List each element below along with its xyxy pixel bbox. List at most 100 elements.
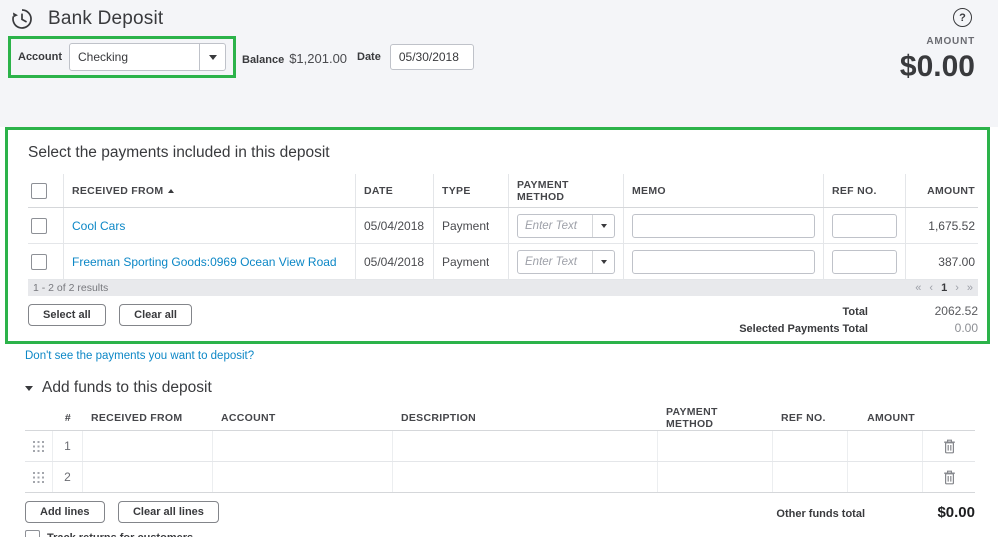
col-ref-no: REF NO. <box>773 406 848 430</box>
amount-value: $0.00 <box>900 50 975 84</box>
page-title: Bank Deposit <box>48 8 163 30</box>
received-from-cell[interactable] <box>83 462 213 492</box>
col-received-from[interactable]: RECEIVED FROM <box>64 174 356 207</box>
add-lines-button[interactable]: Add lines <box>25 501 105 523</box>
drag-handle-icon[interactable] <box>33 472 44 483</box>
payment-method-combo[interactable]: Enter Text <box>517 214 615 238</box>
ref-no-cell[interactable] <box>773 431 848 461</box>
combo-arrow-box[interactable] <box>592 215 614 237</box>
received-from-cell[interactable] <box>83 431 213 461</box>
payments-table-header: RECEIVED FROM DATE TYPE PAYMENT METHOD M… <box>28 174 978 208</box>
col-description: DESCRIPTION <box>393 406 658 430</box>
add-funds-table: # RECEIVED FROM ACCOUNT DESCRIPTION PAYM… <box>25 406 975 493</box>
payment-method-cell[interactable] <box>658 431 773 461</box>
chevron-down-icon <box>601 224 607 228</box>
amount-cell[interactable] <box>848 462 923 492</box>
pagination-next[interactable]: › <box>955 282 959 294</box>
col-date[interactable]: DATE <box>356 174 434 207</box>
total-label: Total <box>843 306 868 318</box>
selected-total-label: Selected Payments Total <box>739 323 868 335</box>
row-checkbox[interactable] <box>31 218 47 234</box>
drag-handle-icon[interactable] <box>33 441 44 452</box>
col-ref-no: REF NO. <box>824 174 906 207</box>
memo-input[interactable] <box>632 250 815 274</box>
payment-method-combo[interactable]: Enter Text <box>517 250 615 274</box>
pagination-first[interactable]: « <box>915 282 921 294</box>
account-cell[interactable] <box>213 462 393 492</box>
total-value: 2062.52 <box>868 304 978 318</box>
payment-type: Payment <box>442 255 489 269</box>
col-line-number: # <box>53 406 83 430</box>
add-funds-table-header: # RECEIVED FROM ACCOUNT DESCRIPTION PAYM… <box>25 406 975 431</box>
pagination-page[interactable]: 1 <box>941 282 947 294</box>
account-dropdown[interactable]: Checking <box>69 43 226 71</box>
date-group: Date 05/30/2018 <box>357 44 474 70</box>
row-checkbox[interactable] <box>31 254 47 270</box>
bank-deposit-page: Bank Deposit ? Account Checking Balance … <box>0 0 998 537</box>
col-type[interactable]: TYPE <box>434 174 509 207</box>
line-number: 1 <box>64 439 71 453</box>
payments-heading: Select the payments included in this dep… <box>28 144 987 162</box>
payment-type: Payment <box>442 219 489 233</box>
col-payment-method: PAYMENT METHOD <box>509 174 624 207</box>
account-annotation-box: Account Checking <box>8 36 236 78</box>
other-funds-total: Other funds total $0.00 <box>776 504 975 521</box>
drag-column-header <box>25 406 53 430</box>
ref-no-input[interactable] <box>832 214 897 238</box>
chevron-down-icon <box>601 260 607 264</box>
account-label: Account <box>18 51 62 63</box>
amount-block: AMOUNT $0.00 <box>900 36 975 84</box>
description-cell[interactable] <box>393 431 658 461</box>
payments-section: Select the payments included in this dep… <box>5 127 990 344</box>
add-funds-row[interactable]: 1 <box>25 431 975 462</box>
payment-amount: 387.00 <box>938 255 975 269</box>
col-amount: AMOUNT <box>848 406 923 430</box>
add-funds-heading[interactable]: Add funds to this deposit <box>25 379 998 397</box>
ref-no-cell[interactable] <box>773 462 848 492</box>
payments-actions-row: Select all Clear all Total 2062.52 Selec… <box>28 304 978 335</box>
add-funds-actions-row: Add lines Clear all lines Other funds to… <box>25 501 975 523</box>
select-all-button[interactable]: Select all <box>28 304 106 326</box>
results-bar: 1 - 2 of 2 results « ‹ 1 › » <box>28 280 978 296</box>
description-cell[interactable] <box>393 462 658 492</box>
col-received-from: RECEIVED FROM <box>83 406 213 430</box>
track-returns-checkbox[interactable] <box>25 530 40 537</box>
bulk-buttons: Select all Clear all <box>28 304 192 326</box>
header-band: Bank Deposit ? Account Checking Balance … <box>0 0 998 127</box>
combo-arrow-box[interactable] <box>592 251 614 273</box>
header-checkbox[interactable] <box>31 183 47 199</box>
account-dropdown-arrow-box[interactable] <box>199 44 225 70</box>
dont-see-payments-link[interactable]: Don't see the payments you want to depos… <box>25 350 254 362</box>
recent-transactions-icon[interactable] <box>10 7 34 31</box>
memo-input[interactable] <box>632 214 815 238</box>
add-funds-row[interactable]: 2 <box>25 462 975 493</box>
collapse-triangle-icon <box>25 386 33 391</box>
customer-link[interactable]: Cool Cars <box>72 219 125 233</box>
balance-label: Balance <box>242 54 284 66</box>
pagination: « ‹ 1 › » <box>915 282 973 294</box>
pagination-last[interactable]: » <box>967 282 973 294</box>
customer-link[interactable]: Freeman Sporting Goods:0969 Ocean View R… <box>72 255 337 269</box>
chevron-down-icon <box>209 55 217 60</box>
trash-icon[interactable] <box>943 439 956 454</box>
balance-group: Balance $1,201.00 <box>242 51 347 66</box>
balance-value: $1,201.00 <box>289 51 347 66</box>
trash-icon[interactable] <box>943 470 956 485</box>
amount-label: AMOUNT <box>900 36 975 47</box>
payment-method-cell[interactable] <box>658 462 773 492</box>
help-icon[interactable]: ? <box>953 8 972 27</box>
amount-cell[interactable] <box>848 431 923 461</box>
col-account: ACCOUNT <box>213 406 393 430</box>
track-returns-label: Track returns for customers <box>47 532 193 537</box>
account-cell[interactable] <box>213 431 393 461</box>
ref-no-input[interactable] <box>832 250 897 274</box>
date-input[interactable]: 05/30/2018 <box>390 44 474 70</box>
other-funds-label: Other funds total <box>776 508 865 520</box>
trash-column-header <box>923 406 975 430</box>
clear-all-button[interactable]: Clear all <box>119 304 192 326</box>
selected-total-value: 0.00 <box>868 321 978 335</box>
col-memo: MEMO <box>624 174 824 207</box>
pagination-prev[interactable]: ‹ <box>929 282 933 294</box>
clear-all-lines-button[interactable]: Clear all lines <box>118 501 219 523</box>
payment-date: 05/04/2018 <box>364 219 424 233</box>
